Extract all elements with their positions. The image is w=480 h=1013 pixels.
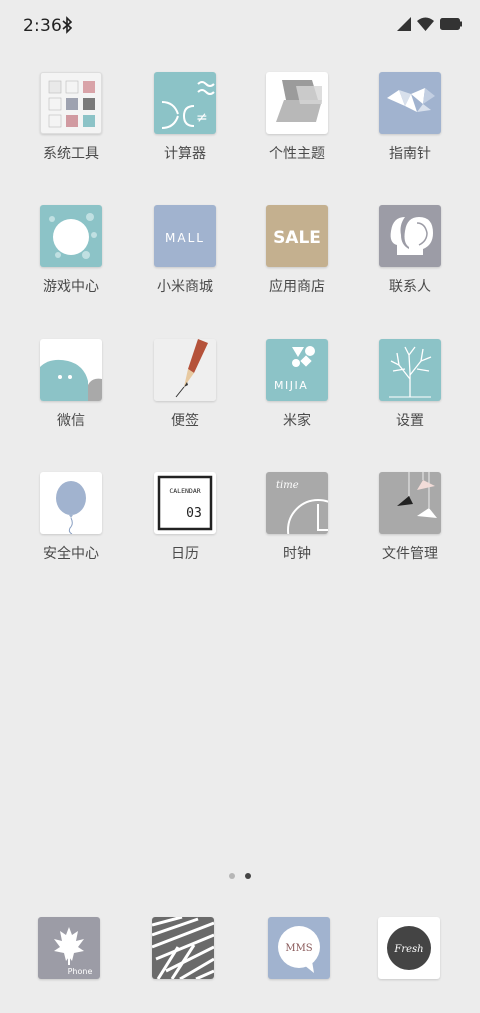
- mi-mall-icon: MALL: [154, 205, 216, 267]
- app-compass[interactable]: 指南针: [355, 72, 465, 163]
- app-security-center[interactable]: 安全中心: [16, 472, 126, 563]
- dock-phone-app[interactable]: Phone: [38, 917, 100, 979]
- clock-icon: time: [266, 472, 328, 534]
- app-label: 微信: [57, 413, 85, 429]
- app-calculator[interactable]: ≠ 计算器: [130, 72, 240, 163]
- app-label: 计算器: [164, 146, 206, 162]
- calendar-icon: CALENDAR 03: [154, 472, 216, 534]
- app-label: 便签: [171, 413, 199, 429]
- wifi-icon: [417, 17, 434, 31]
- browser-badge-icon: Fresh: [387, 926, 431, 970]
- page-indicator[interactable]: [0, 873, 480, 879]
- mall-tile-text: MALL: [165, 231, 205, 245]
- settings-tree-icon: [379, 339, 441, 401]
- clock-text: 2:36: [23, 16, 62, 36]
- app-label: 米家: [283, 413, 311, 429]
- browser-tile-text: Fresh: [393, 944, 423, 955]
- app-label: 个性主题: [269, 146, 325, 162]
- app-contacts[interactable]: 联系人: [355, 205, 465, 296]
- compass-icon: [379, 72, 441, 134]
- mijia-tile-text: MIJIA: [274, 379, 308, 392]
- themes-icon: [266, 72, 328, 134]
- app-label: 应用商店: [269, 279, 325, 295]
- app-mijia[interactable]: MIJIA 米家: [242, 339, 352, 430]
- app-mi-mall[interactable]: MALL 小米商城: [130, 205, 240, 296]
- contacts-icon: [379, 205, 441, 267]
- calendar-date-number: 03: [186, 506, 202, 521]
- app-label: 设置: [396, 413, 424, 429]
- page-dot-2-active[interactable]: [245, 873, 251, 879]
- bluetooth-icon: [62, 16, 72, 34]
- messages-stripes-icon: [152, 917, 214, 979]
- file-manager-lamps-icon: [379, 472, 441, 534]
- app-system-tools[interactable]: 系统工具: [16, 72, 126, 163]
- app-calendar[interactable]: CALENDAR 03 日历: [130, 472, 240, 563]
- mms-tile-text: MMS: [285, 943, 312, 954]
- wechat-icon: [40, 339, 102, 401]
- status-bar: 2:36: [0, 0, 480, 52]
- mms-bubble-icon: MMS: [278, 926, 320, 973]
- clock-tile-text: time: [276, 480, 299, 491]
- dock-mms-app[interactable]: MMS: [268, 917, 330, 979]
- battery-icon: [440, 18, 462, 30]
- dock-browser-app[interactable]: Fresh: [378, 917, 440, 979]
- app-label: 联系人: [389, 279, 431, 295]
- app-wechat[interactable]: 微信: [16, 339, 126, 430]
- app-label: 系统工具: [43, 146, 99, 162]
- calculator-icon: ≠: [154, 72, 216, 134]
- mijia-icon: MIJIA: [266, 339, 328, 401]
- cellular-signal-icon: [397, 17, 411, 31]
- phone-maple-leaf-icon: Phone: [54, 927, 93, 976]
- sale-tile-text: SALE: [273, 228, 321, 248]
- app-clock[interactable]: time 时钟: [242, 472, 352, 563]
- app-notes[interactable]: 便签: [130, 339, 240, 430]
- app-label: 日历: [171, 546, 199, 562]
- app-file-manager[interactable]: 文件管理: [355, 472, 465, 563]
- app-label: 文件管理: [382, 546, 438, 562]
- security-balloon-icon: [40, 472, 102, 534]
- app-settings[interactable]: 设置: [355, 339, 465, 430]
- game-center-icon: [40, 205, 102, 267]
- app-store[interactable]: SALE 应用商店: [242, 205, 352, 296]
- app-themes[interactable]: 个性主题: [242, 72, 352, 163]
- app-store-icon: SALE: [266, 205, 328, 267]
- app-game-center[interactable]: 游戏中心: [16, 205, 126, 296]
- phone-tile-text: Phone: [68, 967, 93, 976]
- app-label: 游戏中心: [43, 279, 99, 295]
- svg-text:≠: ≠: [196, 110, 208, 126]
- app-label: 指南针: [389, 146, 431, 162]
- system-tools-folder-icon: [40, 72, 102, 134]
- page-dot-1[interactable]: [229, 873, 235, 879]
- notes-pencil-icon: [154, 339, 216, 401]
- app-label: 安全中心: [43, 546, 99, 562]
- app-label: 小米商城: [157, 279, 213, 295]
- calendar-tile-text: CALENDAR: [169, 487, 200, 495]
- app-label: 时钟: [283, 546, 311, 562]
- dock-messages-app[interactable]: [152, 917, 214, 979]
